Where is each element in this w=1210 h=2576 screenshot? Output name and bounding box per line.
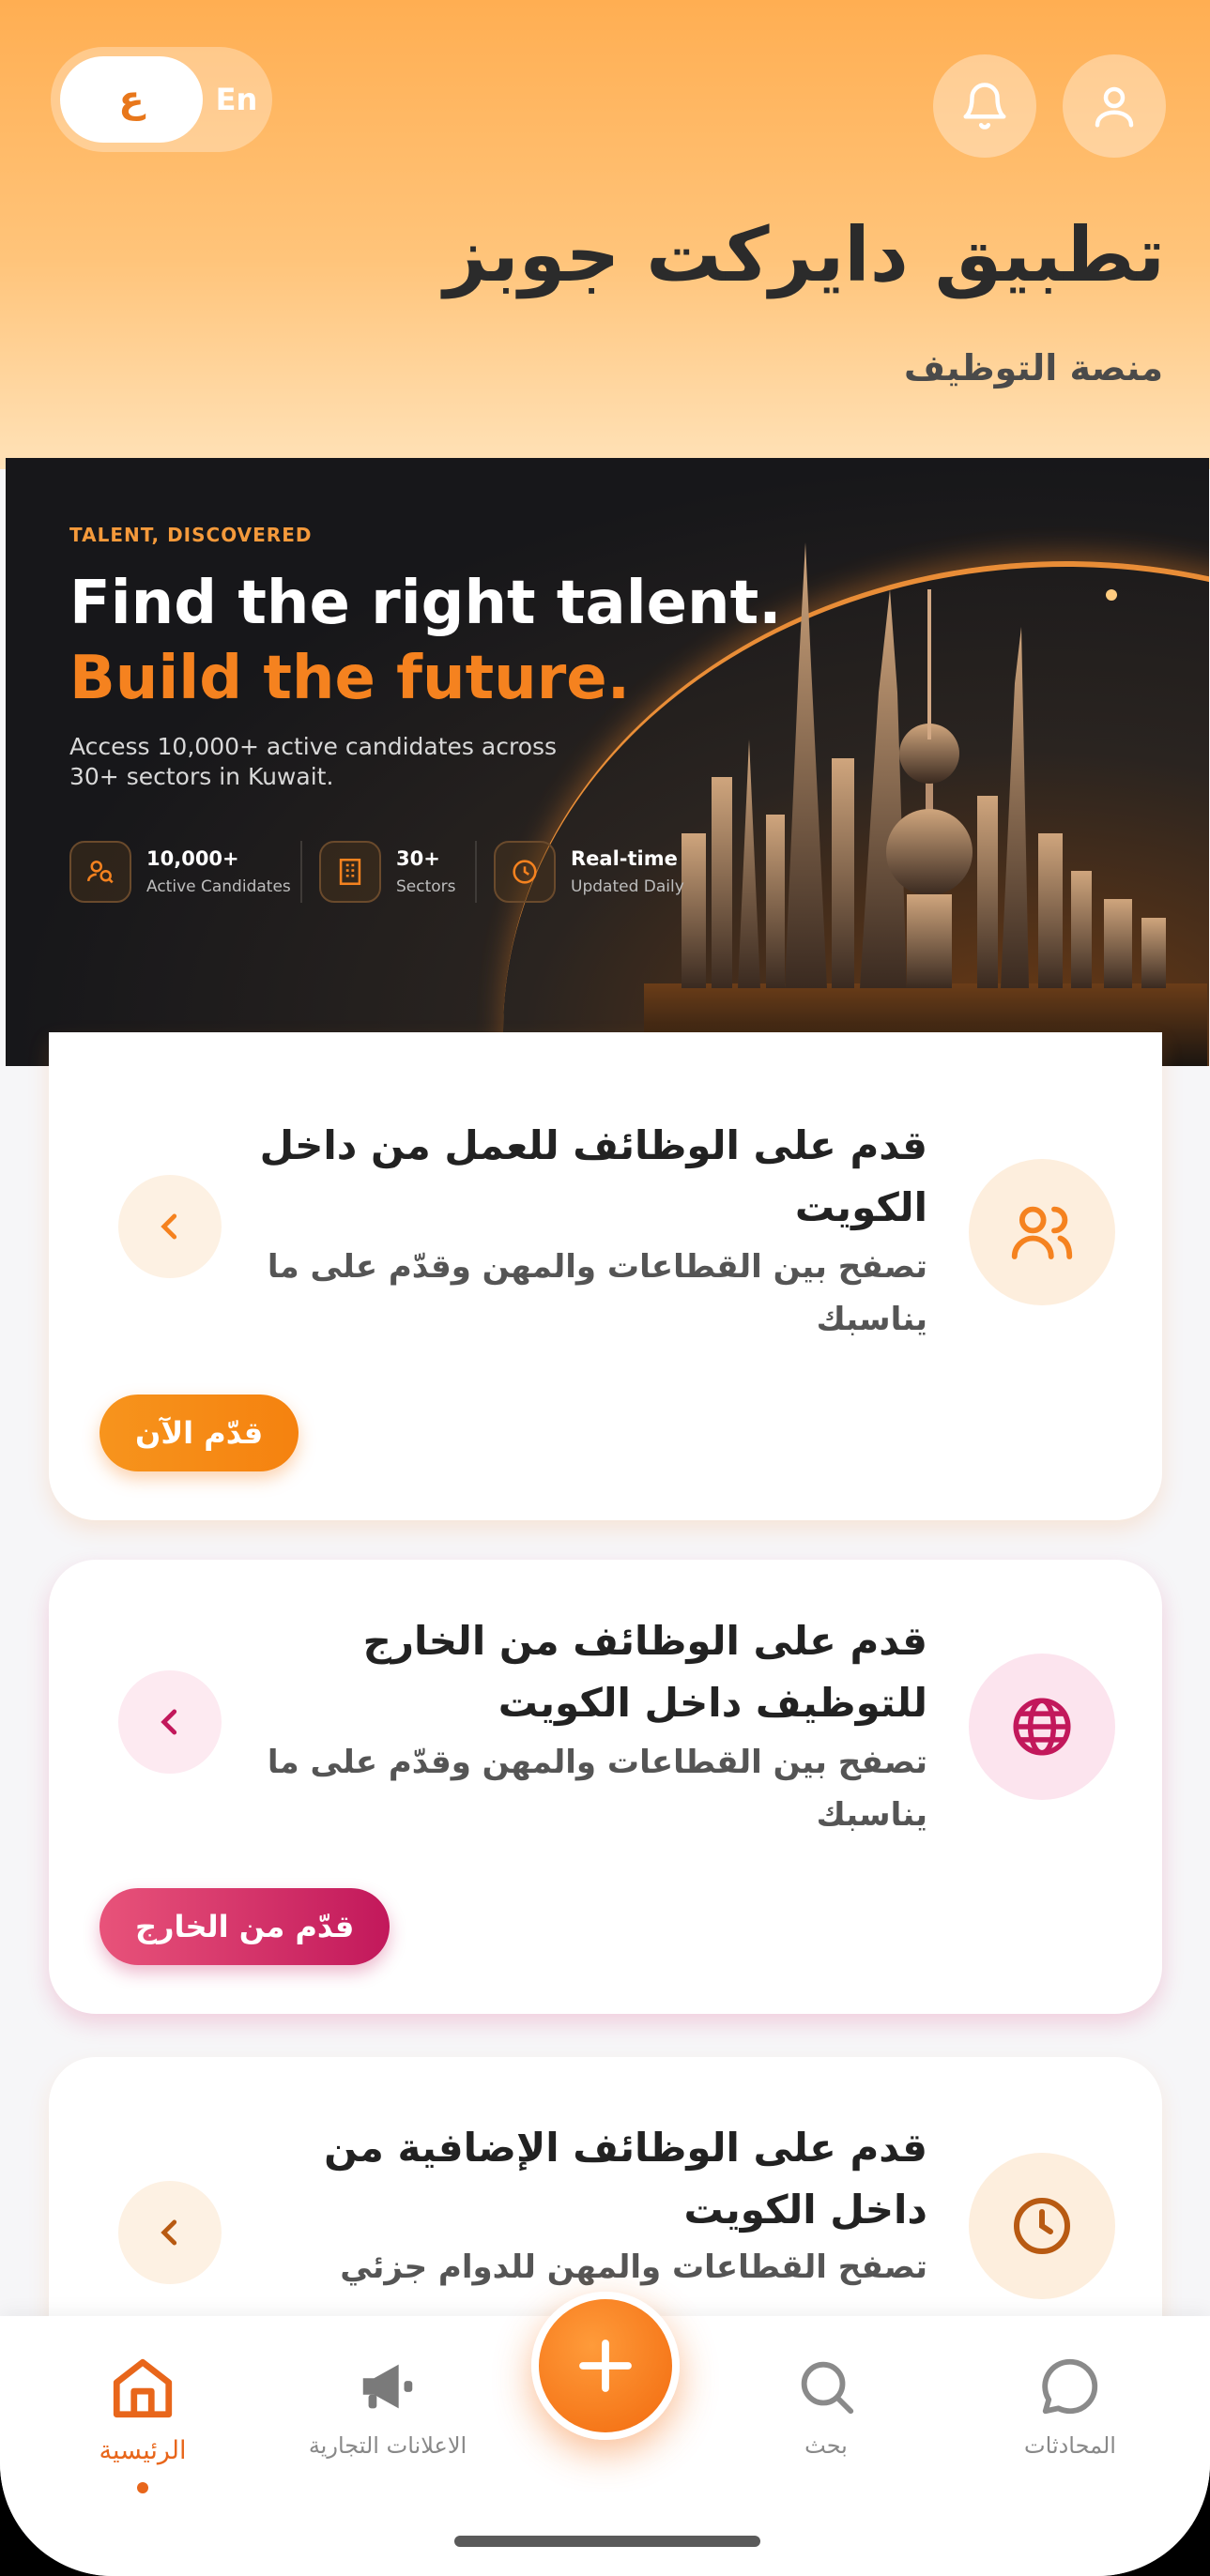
app-screen: ع En تطبيق دايركت جوبز منصة التوظيف TALE…: [0, 0, 1210, 2576]
hero-headline-accent: Build the future.: [69, 644, 630, 713]
stat-value: Real-time: [571, 847, 678, 870]
chevron-left-icon[interactable]: [118, 2181, 222, 2284]
nav-search[interactable]: بحث: [723, 2354, 929, 2459]
kuwait-skyline-illustration: [644, 542, 1207, 1066]
chevron-left-icon[interactable]: [118, 1175, 222, 1278]
language-english-option[interactable]: En: [210, 56, 263, 143]
stat-divider: [300, 841, 302, 903]
nav-commercial-ads[interactable]: الاعلانات التجارية: [284, 2354, 491, 2459]
building-icon: [319, 841, 381, 903]
card-title: قدم على الوظائف من الخارج للتوظيف داخل ا…: [362, 1618, 927, 1726]
nav-chats-label: المحادثات: [1024, 2432, 1116, 2459]
card-description: تصفح بين القطاعات والمهن وقدّم على ما ين…: [267, 1248, 927, 1338]
job-card-abroad[interactable]: قدم على الوظائف من الخارج للتوظيف داخل ا…: [49, 1560, 1162, 2014]
nav-search-label: بحث: [804, 2432, 848, 2459]
globe-icon: [969, 1654, 1115, 1800]
home-indicator[interactable]: [454, 2536, 760, 2547]
hero-eyebrow: TALENT, DISCOVERED: [69, 524, 313, 546]
clock-refresh-icon: [494, 841, 556, 903]
language-arabic-option[interactable]: ع: [60, 56, 203, 143]
stat-divider: [475, 841, 477, 903]
search-icon: [801, 2361, 854, 2415]
profile-button[interactable]: [1063, 54, 1166, 158]
stat-label: Active Candidates: [146, 877, 291, 896]
nav-home-label: الرئيسية: [99, 2436, 187, 2465]
stat-value: 10,000+: [146, 847, 239, 870]
card-description: تصفح بين القطاعات والمهن وقدّم على ما ين…: [267, 1744, 927, 1834]
nav-active-indicator: [137, 2482, 148, 2493]
apply-now-button[interactable]: قدّم الآن: [100, 1395, 299, 1471]
megaphone-icon: [362, 2364, 413, 2409]
header: ع En تطبيق دايركت جوبز منصة التوظيف: [0, 0, 1210, 469]
bell-icon: [963, 83, 1006, 130]
notifications-button[interactable]: [933, 54, 1036, 158]
chat-bubble-icon: [1042, 2358, 1098, 2415]
hero-banner[interactable]: TALENT, DISCOVERED Find the right talent…: [6, 458, 1209, 1066]
nav-chats[interactable]: المحادثات: [967, 2354, 1173, 2459]
apply-from-abroad-button[interactable]: قدّم من الخارج: [100, 1888, 391, 1965]
nav-home[interactable]: الرئيسية: [39, 2354, 246, 2493]
card-title: قدم على الوظائف الإضافية من داخل الكويت: [324, 2125, 927, 2233]
chevron-left-icon[interactable]: [118, 1670, 222, 1774]
users-search-icon: [69, 841, 131, 903]
hero-headline: Find the right talent.: [69, 569, 782, 638]
card-title: قدم على الوظائف للعمل من داخل الكويت: [259, 1122, 927, 1230]
stat-candidates: 10,000+ Active Candidates: [69, 841, 291, 903]
nav-ads-label: الاعلانات التجارية: [308, 2432, 467, 2459]
app-subtitle: منصة التوظيف: [904, 347, 1163, 389]
stat-label: Updated Daily: [571, 877, 684, 896]
card-description: تصفح القطاعات والمهن للدوام جزئي: [340, 2248, 927, 2286]
add-button[interactable]: [531, 2292, 680, 2440]
plus-icon: [579, 2340, 632, 2392]
app-title: تطبيق دايركت جوبز: [443, 211, 1165, 298]
user-icon: [1095, 86, 1134, 128]
clock-icon: [969, 2153, 1115, 2299]
home-icon: [113, 2358, 173, 2418]
users-icon: [969, 1159, 1115, 1305]
stat-value: 30+: [396, 847, 440, 870]
stat-realtime: Real-time Updated Daily: [494, 841, 684, 903]
stat-sectors: 30+ Sectors: [319, 841, 456, 903]
language-toggle[interactable]: ع En: [51, 47, 272, 152]
job-card-inside-kuwait[interactable]: قدم على الوظائف للعمل من داخل الكويت تصف…: [49, 1032, 1162, 1520]
stat-label: Sectors: [396, 877, 456, 896]
hero-description: Access 10,000+ active candidates across …: [69, 733, 558, 790]
